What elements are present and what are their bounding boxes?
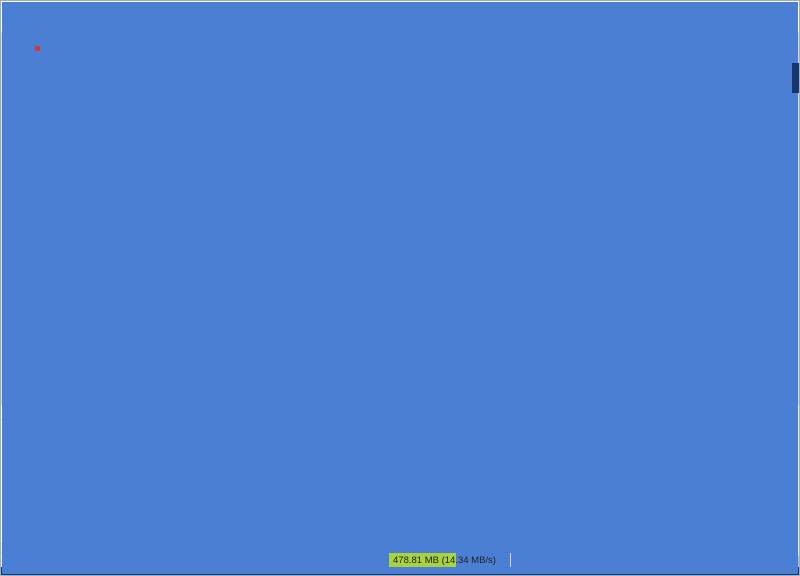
- queue-item-row[interactable]: ↓/sda1/美人鱼HD1280高清国语中字首发.MP4 D:\美人鱼HD128…: [1, 420, 397, 432]
- progress-text: 478.81 MB (14.34 MB/s): [389, 555, 500, 566]
- queue-list: ↓/sda1/美人鱼HD1280高清国语中字首发.MP4 D:\美人鱼HD128…: [1, 420, 397, 543]
- queue-item-name: ↓/sda1/美人鱼HD1280高清国语中字首发.MP4: [1, 420, 177, 432]
- desktop-background: [792, 63, 799, 93]
- transfer-progress: 478.81 MB (14.34 MB/s): [389, 553, 511, 567]
- flashfxp-window: FlashFXP 14.34 MB/s 01:01 36% 美人鱼HD1280高…: [0, 0, 800, 576]
- bottom-section: 名称 目标 大小 备注 ↓/sda1/美人鱼HD1280高清国语中字首发.MP4…: [1, 404, 799, 552]
- queue-pane: 名称 目标 大小 备注 ↓/sda1/美人鱼HD1280高清国语中字首发.MP4…: [1, 405, 398, 552]
- media-icon: [10, 421, 21, 430]
